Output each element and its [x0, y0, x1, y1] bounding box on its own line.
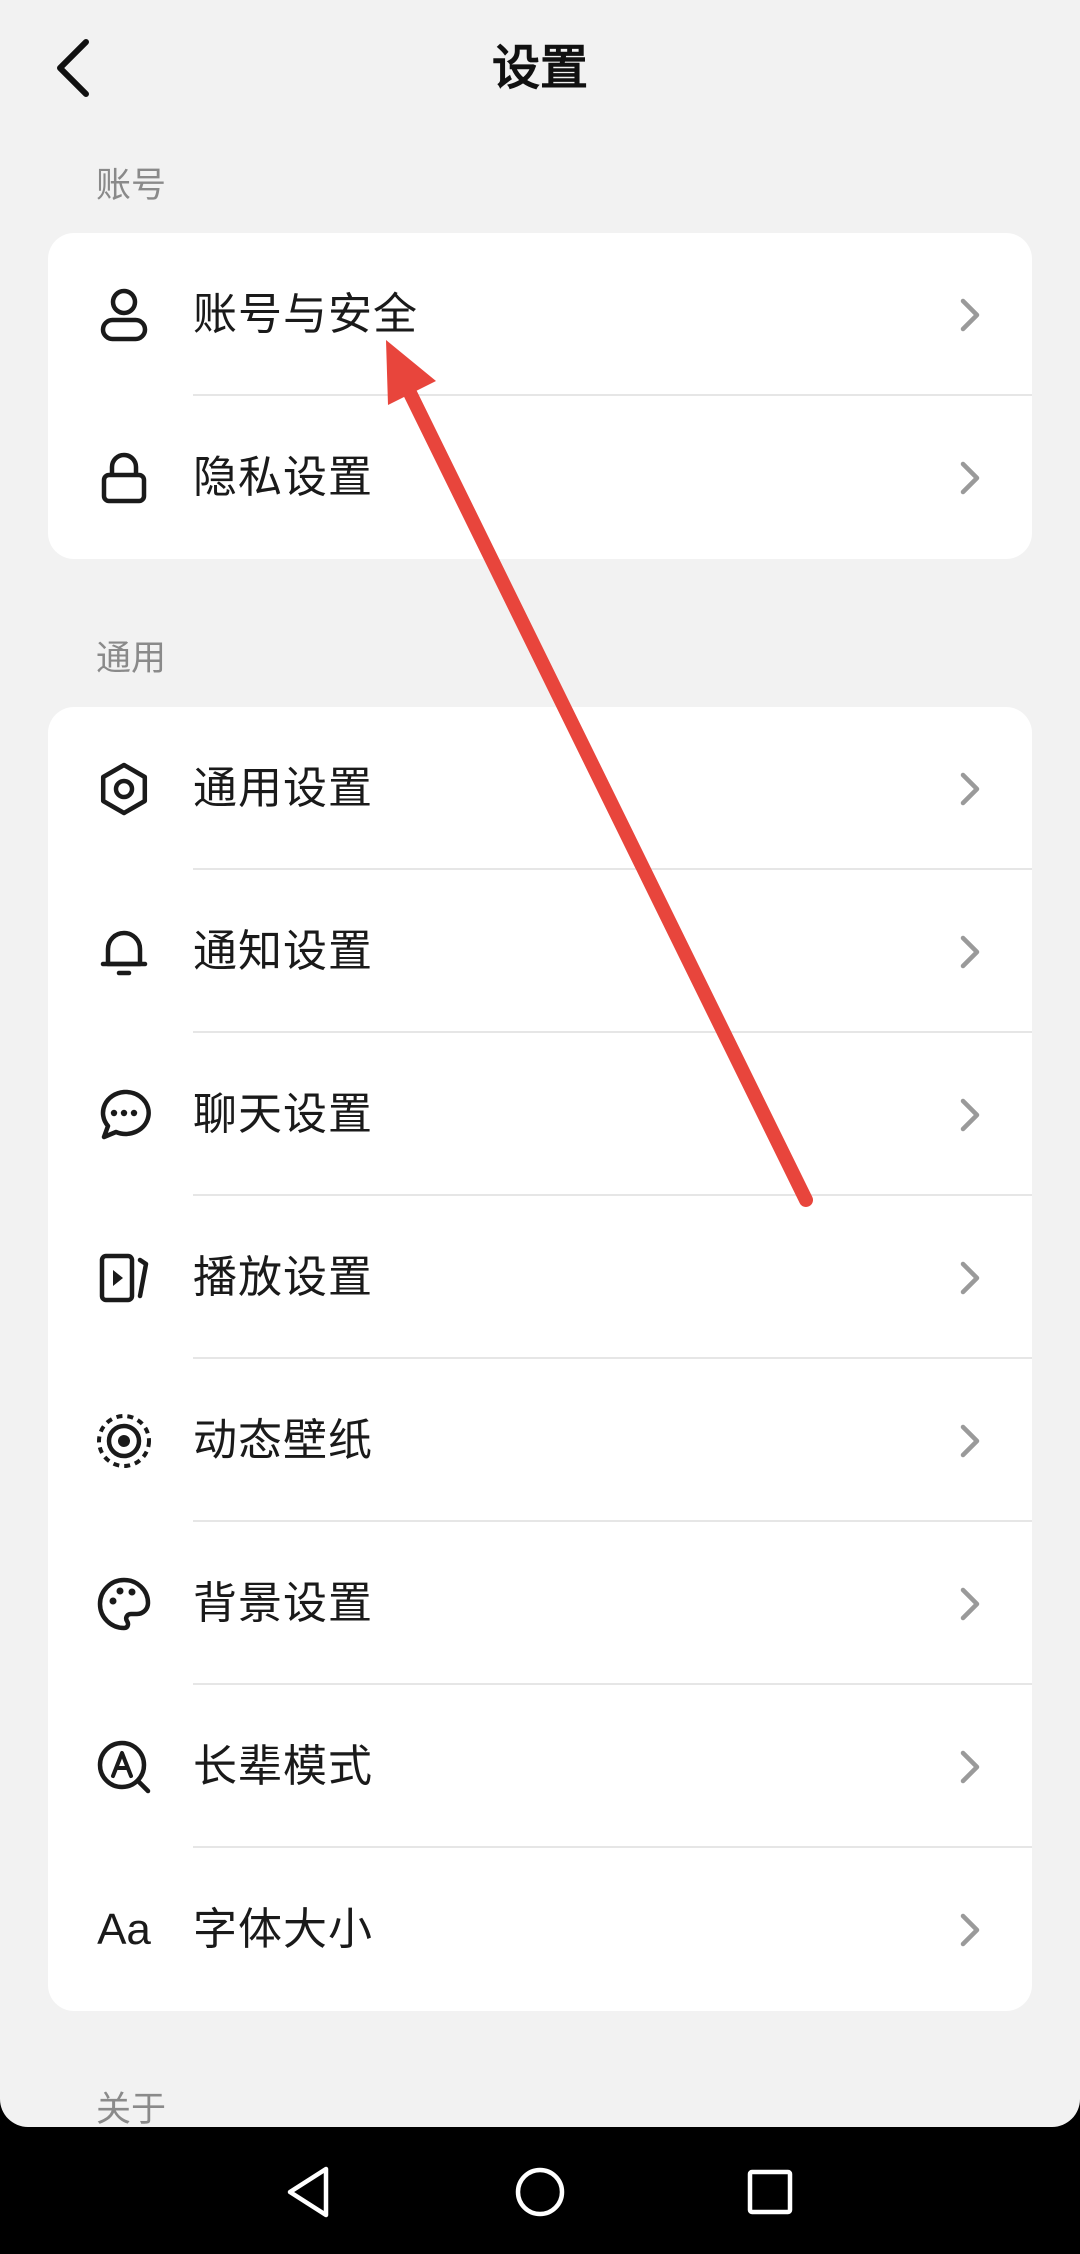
chevron-right-icon: [960, 461, 980, 495]
play-icon: [94, 1248, 154, 1308]
settings-item-label: 聊天设置: [193, 1089, 373, 1140]
section-label-account: 账号: [96, 166, 167, 206]
chevron-right-icon: [960, 1750, 980, 1784]
settings-item-playback[interactable]: 播放设置: [48, 1196, 1032, 1359]
nav-back-button[interactable]: [274, 2157, 344, 2227]
home-circle-icon: [515, 2167, 565, 2217]
recents-square-icon: [747, 2169, 793, 2215]
settings-item-elder-mode[interactable]: 长辈模式: [48, 1685, 1032, 1848]
settings-item-label: 字体大小: [193, 1904, 373, 1955]
settings-item-privacy[interactable]: 隐私设置: [48, 396, 1032, 559]
section-label-about: 关于: [96, 2090, 167, 2127]
page-title: 设置: [491, 40, 588, 96]
chevron-right-icon: [960, 1261, 980, 1295]
settings-item-notifications[interactable]: 通知设置: [48, 870, 1032, 1033]
settings-item-label: 长辈模式: [193, 1741, 373, 1792]
settings-item-chat[interactable]: 聊天设置: [48, 1033, 1032, 1196]
chevron-right-icon: [960, 1913, 980, 1947]
system-nav-bar: [0, 2127, 1080, 2254]
user-icon: [94, 285, 154, 345]
palette-icon: [94, 1574, 154, 1634]
chevron-right-icon: [960, 1424, 980, 1458]
settings-item-live-wallpaper[interactable]: 动态壁纸: [48, 1359, 1032, 1522]
nav-recents-button[interactable]: [735, 2157, 805, 2227]
settings-item-label: 通用设置: [193, 763, 373, 814]
live-wallpaper-icon: [94, 1411, 154, 1471]
chevron-right-icon: [960, 298, 980, 332]
chevron-right-icon: [960, 1098, 980, 1132]
general-card: 通用设置 通知设置 聊天设置 播放设置 动态壁纸 背景设置 长辈模式 Aa 字体…: [48, 707, 1032, 2011]
settings-screen: 设置 账号 账号与安全 隐私设置 通用 通用设置 通知设置 聊天设置 播放设置 …: [0, 0, 1080, 2127]
chevron-right-icon: [960, 935, 980, 969]
lock-icon: [94, 448, 154, 508]
settings-item-label: 背景设置: [193, 1578, 373, 1629]
settings-item-label: 播放设置: [193, 1252, 373, 1303]
settings-item-general[interactable]: 通用设置: [48, 707, 1032, 870]
settings-item-label: 账号与安全: [193, 289, 418, 340]
settings-item-label: 通知设置: [193, 926, 373, 977]
settings-item-account-security[interactable]: 账号与安全: [48, 233, 1032, 396]
bell-icon: [94, 922, 154, 982]
font-size-icon: Aa: [97, 1905, 151, 1954]
gear-icon: [94, 759, 154, 819]
settings-item-label: 动态壁纸: [193, 1415, 373, 1466]
settings-item-background[interactable]: 背景设置: [48, 1522, 1032, 1685]
settings-item-label: 隐私设置: [193, 452, 373, 503]
chevron-right-icon: [960, 772, 980, 806]
chat-bubble-icon: [94, 1085, 154, 1145]
account-card: 账号与安全 隐私设置: [48, 233, 1032, 559]
back-triangle-icon: [287, 2166, 329, 2218]
nav-home-button[interactable]: [505, 2157, 575, 2227]
settings-item-font-size[interactable]: Aa 字体大小: [48, 1848, 1032, 2011]
section-label-general: 通用: [96, 639, 167, 679]
elder-mode-icon: [94, 1737, 154, 1797]
chevron-right-icon: [960, 1587, 980, 1621]
header: 设置: [0, 0, 1080, 140]
